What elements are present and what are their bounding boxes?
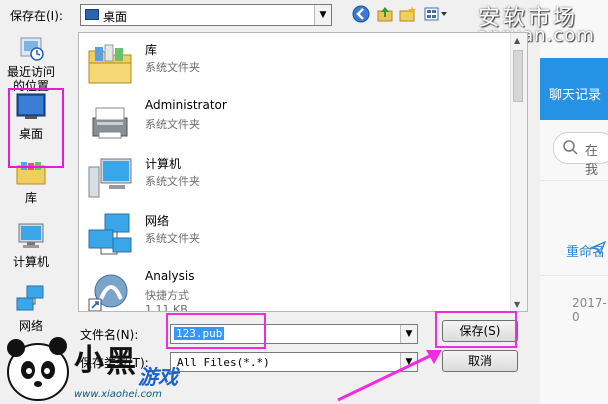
file-type: 系统文件夹 xyxy=(145,118,200,131)
scrollbar-thumb[interactable] xyxy=(513,50,523,102)
svg-text:游戏: 游戏 xyxy=(138,365,181,389)
file-name: 计算机 xyxy=(145,157,182,171)
view-menu-icon[interactable] xyxy=(423,5,449,23)
date-text: 2017-0 xyxy=(572,296,607,324)
chat-history-title[interactable]: 聊天记录 xyxy=(549,84,601,103)
library-folder-icon xyxy=(88,44,132,84)
annotation-arrow-icon xyxy=(337,350,442,402)
computer-icon xyxy=(88,158,132,198)
recent-places-icon xyxy=(20,37,44,61)
list-item[interactable]: Administrator 系统文件夹 xyxy=(87,96,507,148)
list-item[interactable]: 网络 系统文件夹 xyxy=(87,210,507,262)
back-arrow-icon[interactable] xyxy=(352,5,370,23)
file-size: 1.11 KB xyxy=(145,303,188,312)
sidebar-item-recent[interactable]: 最近访问的位置 xyxy=(2,34,60,93)
network-icon xyxy=(16,285,44,311)
file-type: 系统文件夹 xyxy=(145,61,200,74)
up-folder-icon[interactable] xyxy=(376,5,394,23)
list-item[interactable]: 计算机 系统文件夹 xyxy=(87,153,507,205)
file-name: 网络 xyxy=(145,214,170,228)
new-folder-icon[interactable] xyxy=(399,5,417,23)
svg-text:小: 小 xyxy=(74,343,104,378)
search-icon xyxy=(563,140,578,155)
save-in-dropdown[interactable]: 桌面 ▼ xyxy=(80,4,332,26)
file-name: Administrator xyxy=(145,98,227,112)
save-in-label: 保存在(I): xyxy=(10,9,63,23)
file-type: 系统文件夹 xyxy=(145,232,200,245)
cancel-button[interactable]: 取消 xyxy=(442,350,518,372)
file-name: Analysis xyxy=(145,269,195,283)
sidebar-item-label: 库 xyxy=(24,191,37,205)
desktop-icon xyxy=(85,9,99,20)
list-item[interactable]: Analysis 快捷方式 1.11 KB xyxy=(87,267,507,312)
desktop-highlight-box xyxy=(8,88,64,168)
svg-text:黑: 黑 xyxy=(106,345,136,380)
scroll-down-arrow-icon[interactable]: ▼ xyxy=(514,300,520,309)
background-search-text: 在 我 xyxy=(585,144,599,178)
sidebar-item-label: 计算机 xyxy=(12,255,49,269)
scroll-up-arrow-icon[interactable]: ▲ xyxy=(514,36,520,45)
send-icon xyxy=(590,241,606,255)
computer-icon xyxy=(18,223,44,248)
file-name: 库 xyxy=(145,43,158,57)
file-type: 快捷方式 xyxy=(145,289,189,302)
file-list[interactable]: 库 系统文件夹 Administrator 系统文件夹 计算机 系统文件夹 网络… xyxy=(78,32,528,312)
sidebar-item-computer[interactable]: 计算机 xyxy=(2,222,60,270)
chevron-down-icon[interactable]: ▼ xyxy=(314,5,331,25)
save-in-value: 桌面 xyxy=(103,10,128,24)
network-icon xyxy=(88,213,132,255)
divider xyxy=(540,180,608,181)
mascot-url: www.xiaohei.com xyxy=(74,389,162,400)
list-item[interactable]: 库 系统文件夹 xyxy=(87,39,507,91)
shortcut-icon xyxy=(88,274,128,311)
file-type: 系统文件夹 xyxy=(145,175,200,188)
user-folder-icon xyxy=(92,107,128,139)
divider xyxy=(540,275,608,276)
